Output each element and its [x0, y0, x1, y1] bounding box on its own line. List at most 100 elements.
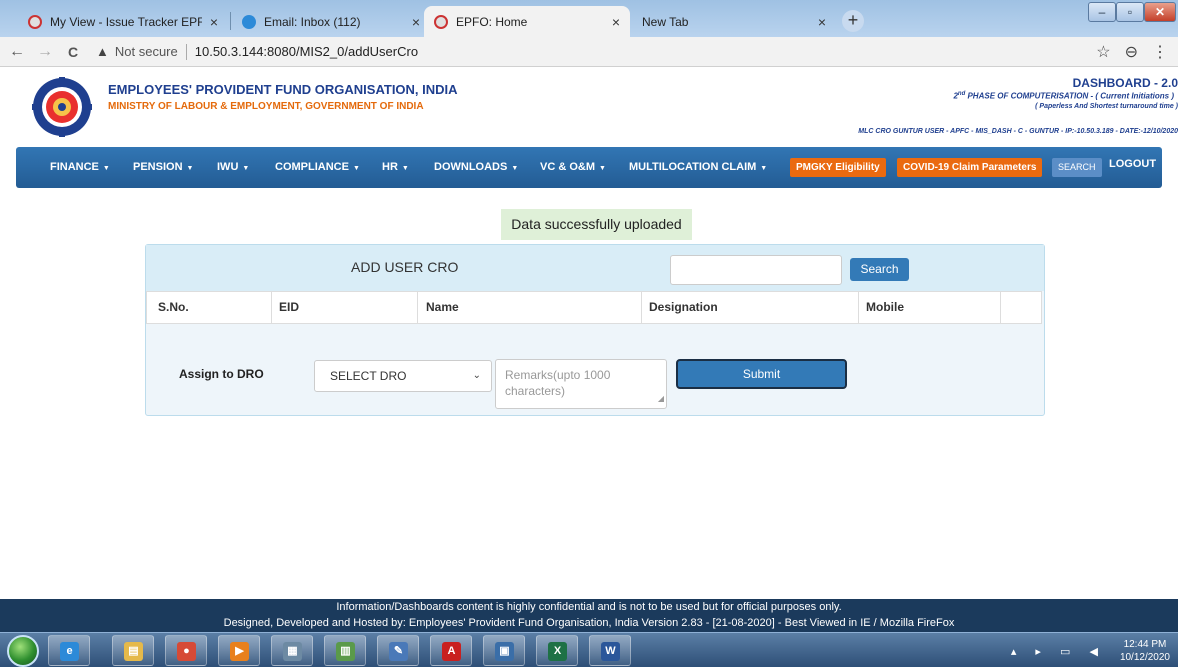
pmgky-eligibility-button[interactable]: PMGKY Eligibility: [790, 158, 886, 177]
nav-label: MULTILOCATION CLAIM: [629, 161, 757, 173]
taskbar-internet-explorer-button[interactable]: e: [48, 635, 90, 666]
url-text[interactable]: 10.50.3.144:8080/MIS2_0/addUserCro: [195, 44, 418, 59]
caret-down-icon: ▼: [599, 165, 606, 172]
nav-downloads[interactable]: DOWNLOADS ▼: [434, 147, 518, 188]
tray-icons[interactable]: ▴ ▸ ▭ ◀: [1011, 645, 1106, 658]
forward-icon[interactable]: →: [34, 43, 56, 61]
phase-description: PHASE OF COMPUTERISATION - ( Current Ini…: [965, 91, 1174, 101]
remarks-textarea[interactable]: Remarks(upto 1000 characters) ◢: [495, 359, 667, 409]
caret-down-icon: ▼: [186, 165, 194, 172]
users-table-header: S.No. EID Name Designation Mobile: [146, 291, 1042, 324]
media-player-icon: ▶: [230, 642, 249, 661]
column-divider: [417, 292, 418, 323]
epfo-logo-icon: [32, 77, 92, 137]
dro-select[interactable]: SELECT DRO ⌄: [314, 360, 492, 392]
submit-button[interactable]: Submit: [676, 359, 847, 389]
assign-to-dro-label: Assign to DRO: [179, 367, 264, 381]
add-user-cro-panel: ADD USER CRO Search S.No. EID Name Desig…: [145, 244, 1045, 416]
logout-link[interactable]: LOGOUT: [1109, 147, 1156, 181]
caret-down-icon: ▼: [511, 165, 519, 172]
tab-close-icon[interactable]: ×: [818, 14, 826, 30]
taskbar-acrobat-button[interactable]: A: [430, 635, 472, 666]
phase-subtitle: ( Paperless And Shortest turnaround time…: [1035, 103, 1178, 110]
chevron-down-icon: ⌄: [472, 370, 481, 381]
tab-close-icon[interactable]: ×: [210, 14, 218, 30]
taskbar-project-button[interactable]: ▥: [324, 635, 366, 666]
resize-grip-icon[interactable]: ◢: [658, 391, 664, 407]
dashboard-title: DASHBOARD - 2.0: [1072, 76, 1178, 90]
column-header-designation: Designation: [649, 300, 718, 314]
taskbar-media-player-button[interactable]: ▶: [218, 635, 260, 666]
epfo-favicon-icon: [28, 14, 42, 29]
search-input[interactable]: [670, 255, 842, 285]
nav-search-button[interactable]: SEARCH: [1052, 158, 1102, 177]
user-info: MLC CRO GUNTUR USER - APFC - MIS_DASH - …: [858, 128, 1178, 135]
tab-close-icon[interactable]: ×: [412, 14, 420, 30]
close-window-button[interactable]: ✕: [1144, 2, 1176, 22]
caret-down-icon: ▼: [352, 165, 360, 172]
url-field[interactable]: ▲ Not secure 10.50.3.144:8080/MIS2_0/add…: [96, 43, 418, 60]
system-tray: ▴ ▸ ▭ ◀ 12:44 PM 10/12/2020: [1011, 636, 1170, 666]
browser-tab-strip: My View - Issue Tracker EPFO × Email: In…: [0, 0, 1178, 37]
taskbar-word-button[interactable]: W: [589, 635, 631, 666]
profile-icon[interactable]: ⊖: [1125, 42, 1138, 62]
caret-down-icon: ▼: [401, 165, 409, 172]
reload-icon[interactable]: C: [62, 44, 84, 60]
taskbar-notes-button[interactable]: ✎: [377, 635, 419, 666]
page-footer: Information/Dashboards content is highly…: [0, 599, 1178, 632]
nav-hr[interactable]: HR ▼: [382, 147, 409, 188]
search-button[interactable]: Search: [850, 258, 909, 281]
not-secure-warning-icon[interactable]: ▲: [96, 44, 109, 59]
nav-iwu[interactable]: IWU ▼: [217, 147, 249, 188]
column-header-name: Name: [426, 300, 459, 314]
tab-close-icon[interactable]: ×: [612, 14, 620, 30]
tab-epfo-home[interactable]: EPFO: Home ×: [424, 6, 630, 37]
nav-vc-om[interactable]: VC & O&M ▼: [540, 147, 606, 188]
dro-select-value: SELECT DRO: [330, 369, 407, 383]
taskbar-calculator-button[interactable]: ▦: [271, 635, 313, 666]
covid-claim-parameters-button[interactable]: COVID-19 Claim Parameters: [897, 158, 1043, 177]
tab-issue-tracker[interactable]: My View - Issue Tracker EPFO ×: [18, 6, 228, 37]
tab-email[interactable]: Email: Inbox (112) ×: [232, 6, 430, 37]
nav-label: IWU: [217, 161, 239, 173]
panel-title: ADD USER CRO: [351, 259, 459, 275]
bookmark-star-icon[interactable]: ☆: [1096, 42, 1110, 62]
org-name: EMPLOYEES' PROVIDENT FUND ORGANISATION, …: [108, 82, 458, 97]
notes-icon: ✎: [389, 642, 408, 661]
nav-finance[interactable]: FINANCE ▼: [50, 147, 110, 188]
clock-time: 12:44 PM: [1123, 639, 1167, 650]
taskbar-remote-desktop-button[interactable]: ▣: [483, 635, 525, 666]
maximize-button[interactable]: ▫: [1116, 2, 1144, 22]
security-label: Not secure: [114, 44, 178, 59]
column-divider: [1000, 292, 1001, 323]
minimize-button[interactable]: –: [1088, 2, 1116, 22]
nav-label: VC & O&M: [540, 161, 595, 173]
windows-taskbar: e ▤ ● ▶ ▦ ▥ ✎ A ▣ X W ▴ ▸ ▭ ◀ 12:44 PM 10/12/2020: [0, 632, 1178, 667]
main-navigation: FINANCE ▼ PENSION ▼ IWU ▼ COMPLIANCE ▼ HR ▼ D…: [16, 147, 1162, 188]
taskbar-excel-button[interactable]: X: [536, 635, 578, 666]
tab-new-tab[interactable]: New Tab ×: [632, 6, 836, 37]
taskbar-file-explorer-button[interactable]: ▤: [112, 635, 154, 666]
tab-separator: [230, 12, 231, 30]
tab-title: EPFO: Home: [456, 14, 528, 29]
nav-label: HR: [382, 161, 398, 173]
ministry-name: MINISTRY OF LABOUR & EMPLOYMENT, GOVERNM…: [108, 101, 424, 112]
internet-explorer-icon: e: [60, 642, 79, 661]
address-bar: ← → C ▲ Not secure 10.50.3.144:8080/MIS2…: [0, 37, 1178, 67]
taskbar-chrome-button[interactable]: ●: [165, 635, 207, 666]
remote-desktop-icon: ▣: [495, 642, 514, 661]
clock[interactable]: 12:44 PM 10/12/2020: [1120, 638, 1170, 664]
nav-compliance[interactable]: COMPLIANCE ▼: [275, 147, 360, 188]
new-tab-button[interactable]: +: [842, 10, 864, 32]
column-header-sno: S.No.: [158, 300, 189, 314]
back-icon[interactable]: ←: [6, 43, 28, 61]
nav-multilocation-claim[interactable]: MULTILOCATION CLAIM ▼: [629, 147, 767, 188]
success-message: Data successfully uploaded: [501, 209, 692, 240]
nav-pension[interactable]: PENSION ▼: [133, 147, 193, 188]
menu-icon[interactable]: ⋮: [1152, 42, 1168, 62]
nav-label: DOWNLOADS: [434, 161, 508, 173]
chrome-icon: ●: [177, 642, 196, 661]
address-divider: [185, 43, 187, 60]
nav-label: PENSION: [133, 161, 183, 173]
start-button[interactable]: [7, 635, 39, 667]
